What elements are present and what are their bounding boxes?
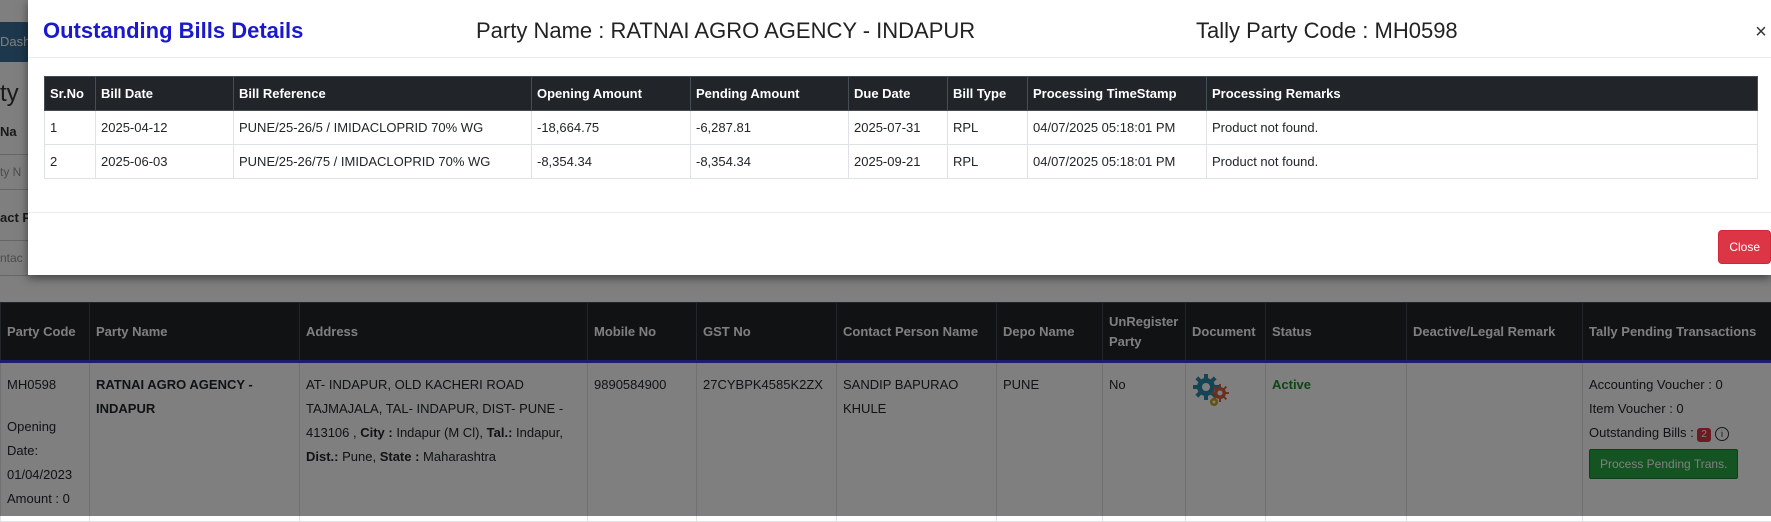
col-processing-timestamp: Processing TimeStamp <box>1028 77 1207 111</box>
cell-processing-timestamp: 04/07/2025 05:18:01 PM <box>1028 145 1207 179</box>
cell-bill-date: 2025-06-03 <box>96 145 234 179</box>
cell-bill-date: 2025-04-12 <box>96 111 234 145</box>
col-bill-date: Bill Date <box>96 77 234 111</box>
cell-sr-no: 2 <box>45 145 96 179</box>
modal-tally-code: Tally Party Code : MH0598 <box>1196 18 1458 44</box>
col-sr-no: Sr.No <box>45 77 96 111</box>
col-bill-type: Bill Type <box>948 77 1028 111</box>
cell-due-date: 2025-09-21 <box>849 145 948 179</box>
cell-sr-no: 1 <box>45 111 96 145</box>
cell-pending-amount: -6,287.81 <box>691 111 849 145</box>
outstanding-bills-modal: Outstanding Bills Details Party Name : R… <box>28 0 1771 275</box>
col-pending-amount: Pending Amount <box>691 77 849 111</box>
col-processing-remarks: Processing Remarks <box>1207 77 1758 111</box>
cell-bill-type: RPL <box>948 111 1028 145</box>
cell-processing-remarks: Product not found. <box>1207 111 1758 145</box>
bills-table: Sr.No Bill Date Bill Reference Opening A… <box>44 76 1758 179</box>
cell-due-date: 2025-07-31 <box>849 111 948 145</box>
cell-opening-amount: -8,354.34 <box>532 145 691 179</box>
table-row: 1 2025-04-12 PUNE/25-26/5 / IMIDACLOPRID… <box>45 111 1758 145</box>
col-opening-amount: Opening Amount <box>532 77 691 111</box>
modal-title: Outstanding Bills Details <box>43 18 303 44</box>
cell-processing-timestamp: 04/07/2025 05:18:01 PM <box>1028 111 1207 145</box>
table-row: 2 2025-06-03 PUNE/25-26/75 / IMIDACLOPRI… <box>45 145 1758 179</box>
col-due-date: Due Date <box>849 77 948 111</box>
cell-opening-amount: -18,664.75 <box>532 111 691 145</box>
close-icon[interactable]: × <box>1751 22 1771 42</box>
modal-footer: Close <box>28 212 1771 276</box>
modal-header: Outstanding Bills Details Party Name : R… <box>28 0 1771 58</box>
col-bill-reference: Bill Reference <box>234 77 532 111</box>
close-button[interactable]: Close <box>1718 230 1771 264</box>
modal-party-name: Party Name : RATNAI AGRO AGENCY - INDAPU… <box>476 18 975 44</box>
cell-bill-reference: PUNE/25-26/75 / IMIDACLOPRID 70% WG <box>234 145 532 179</box>
cell-pending-amount: -8,354.34 <box>691 145 849 179</box>
cell-bill-reference: PUNE/25-26/5 / IMIDACLOPRID 70% WG <box>234 111 532 145</box>
cell-bill-type: RPL <box>948 145 1028 179</box>
cell-processing-remarks: Product not found. <box>1207 145 1758 179</box>
bills-header-row: Sr.No Bill Date Bill Reference Opening A… <box>45 77 1758 111</box>
